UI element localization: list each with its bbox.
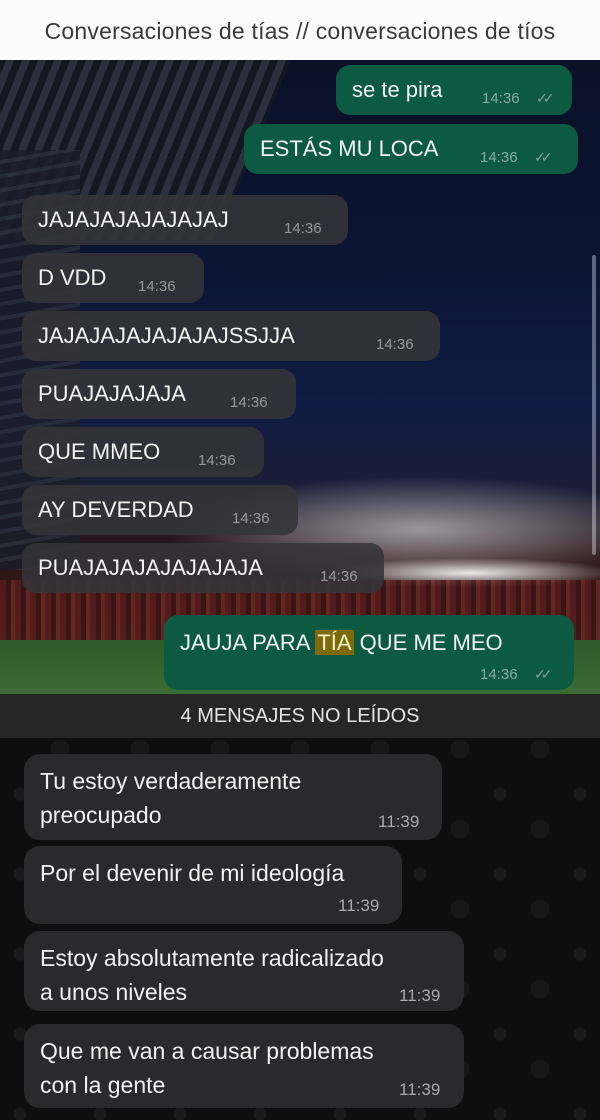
message-bubble-incoming[interactable]: AY DEVERDAD 14:36 <box>22 485 298 535</box>
chat-screenshot-dark: 4 MENSAJES NO LEÍDOS Tu estoy verdaderam… <box>0 694 600 1120</box>
message-text: PUAJAJAJAJAJAJAJA <box>38 555 263 580</box>
message-text: Estoy absolutamente radicalizado a unos n… <box>40 945 384 1005</box>
chat-screenshot-stadium: se te pira 14:36 ✓✓ ESTÁS MU LOCA 14:36 … <box>0 60 600 694</box>
message-text: Que me van a causar problemas con la gent… <box>40 1038 374 1098</box>
message-time: 14:36 <box>198 452 236 469</box>
message-bubble-outgoing[interactable]: ESTÁS MU LOCA 14:36 ✓✓ <box>244 124 578 174</box>
message-text: ESTÁS MU LOCA <box>260 136 439 161</box>
read-receipt-icon: ✓✓ <box>536 90 555 106</box>
message-bubble-incoming[interactable]: Que me van a causar problemas con la gent… <box>24 1024 464 1108</box>
message-bubble-incoming[interactable]: PUAJAJAJAJA 14:36 <box>22 369 296 419</box>
message-bubble-outgoing[interactable]: se te pira 14:36 ✓✓ <box>336 65 572 115</box>
message-text: JAJAJAJAJAJAJAJSSJJA <box>38 323 295 348</box>
message-time: 14:36 <box>232 510 270 527</box>
message-time: 11:39 <box>399 1080 441 1099</box>
message-text: JAJAJAJAJAJAJAJ <box>38 207 229 232</box>
message-time: 11:39 <box>338 896 380 915</box>
message-text: JAUJA PARA TÍA QUE ME MEO <box>180 630 503 655</box>
unread-messages-divider: 4 MENSAJES NO LEÍDOS <box>0 694 600 738</box>
message-text: PUAJAJAJAJA <box>38 381 186 406</box>
message-bubble-incoming[interactable]: D VDD 14:36 <box>22 253 204 303</box>
message-text: QUE MMEO <box>38 439 161 464</box>
message-bubble-incoming[interactable]: Por el devenir de mi ideología 11:39 <box>24 846 402 924</box>
read-receipt-icon: ✓✓ <box>534 149 553 165</box>
message-bubble-incoming[interactable]: JAJAJAJAJAJAJAJSSJJA 14:36 <box>22 311 440 361</box>
message-time: 11:39 <box>378 812 420 831</box>
message-time: 14:36 <box>284 220 322 237</box>
message-bubble-incoming[interactable]: Tu estoy verdaderamente preocupado 11:39 <box>24 754 442 840</box>
message-bubble-incoming[interactable]: QUE MMEO 14:36 <box>22 427 264 477</box>
message-time: 14:36 <box>480 149 518 166</box>
message-time: 14:36 <box>230 394 268 411</box>
message-time: 14:36 <box>138 278 176 295</box>
message-text: se te pira <box>352 77 443 102</box>
message-bubble-incoming[interactable]: Estoy absolutamente radicalizado a unos n… <box>24 931 464 1011</box>
read-receipt-icon: ✓✓ <box>534 666 553 682</box>
message-time: 14:36 <box>482 90 520 107</box>
scrollbar[interactable] <box>592 255 596 555</box>
message-text: D VDD <box>38 265 107 290</box>
message-time: 14:36 <box>320 568 358 585</box>
message-bubble-outgoing[interactable]: JAUJA PARA TÍA QUE ME MEO 14:36 ✓✓ <box>164 615 574 690</box>
message-text: AY DEVERDAD <box>38 497 194 522</box>
message-text: Tu estoy verdaderamente preocupado <box>40 768 302 828</box>
message-time: 14:36 <box>480 666 518 683</box>
message-bubble-incoming[interactable]: PUAJAJAJAJAJAJAJA 14:36 <box>22 543 384 593</box>
message-time: 14:36 <box>376 336 414 353</box>
message-time: 11:39 <box>399 986 441 1005</box>
message-text: Por el devenir de mi ideología <box>40 860 345 886</box>
search-highlight: TÍA <box>315 630 354 655</box>
message-bubble-incoming[interactable]: JAJAJAJAJAJAJAJ 14:36 <box>22 195 348 245</box>
post-caption: Conversaciones de tías // conversaciones… <box>0 0 600 60</box>
